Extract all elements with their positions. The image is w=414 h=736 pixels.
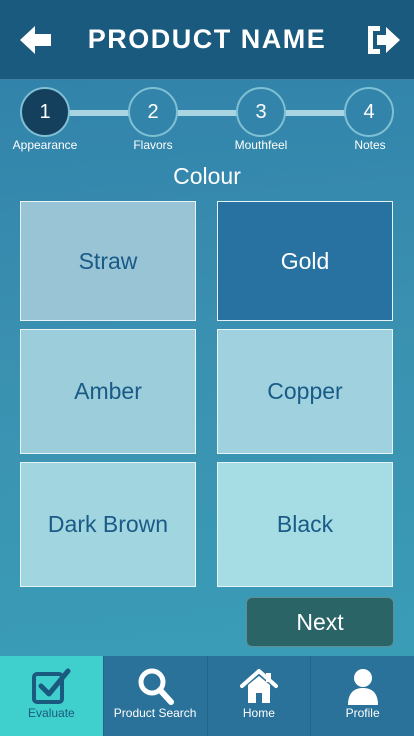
step-number: 2 bbox=[147, 100, 159, 123]
step-indicator: 1 2 3 4 Appearance Flavors Mouthfeel Not… bbox=[0, 80, 414, 156]
tab-label: Profile bbox=[345, 706, 380, 720]
step-label: Notes bbox=[354, 138, 386, 152]
colour-option-amber[interactable]: Amber bbox=[20, 329, 196, 454]
logout-button[interactable] bbox=[364, 22, 402, 58]
colour-option-black[interactable]: Black bbox=[217, 462, 393, 587]
step-2-flavors[interactable]: 2 bbox=[128, 87, 178, 137]
search-icon bbox=[138, 668, 175, 705]
tab-home[interactable]: Home bbox=[208, 656, 312, 736]
step-label: Appearance bbox=[12, 138, 78, 152]
step-number: 3 bbox=[255, 100, 267, 123]
page-title: PRODUCT NAME bbox=[87, 24, 327, 54]
colour-option-label: Black bbox=[276, 511, 334, 537]
colour-option-label: Copper bbox=[267, 378, 343, 404]
section-title: Colour bbox=[173, 163, 241, 189]
logout-icon bbox=[368, 26, 400, 54]
tab-label: Product Search bbox=[113, 706, 197, 720]
colour-option-dark-brown[interactable]: Dark Brown bbox=[20, 462, 196, 587]
colour-option-copper[interactable]: Copper bbox=[217, 329, 393, 454]
tab-evaluate[interactable]: Evaluate bbox=[0, 656, 104, 736]
colour-option-label: Straw bbox=[78, 247, 138, 274]
colour-option-straw[interactable]: Straw bbox=[20, 201, 196, 321]
tab-label: Home bbox=[242, 706, 275, 720]
tab-product-search[interactable]: Product Search bbox=[104, 656, 208, 736]
step-3-mouthfeel[interactable]: 3 bbox=[236, 87, 286, 137]
step-number: 1 bbox=[39, 100, 51, 123]
tab-label: Evaluate bbox=[28, 706, 75, 720]
step-number: 4 bbox=[363, 100, 375, 123]
tab-profile[interactable]: Profile bbox=[311, 656, 414, 736]
step-progress-line bbox=[45, 110, 369, 116]
step-4-notes[interactable]: 4 bbox=[344, 87, 394, 137]
person-icon bbox=[347, 669, 378, 705]
next-button[interactable]: Next bbox=[246, 597, 394, 647]
colour-option-label: Gold bbox=[280, 247, 330, 274]
step-label: Mouthfeel bbox=[234, 138, 288, 152]
colour-option-label: Dark Brown bbox=[47, 511, 169, 537]
bottom-tab-bar: Evaluate Product Search Home Profile bbox=[0, 656, 414, 736]
colour-option-label: Amber bbox=[74, 378, 142, 404]
checkbox-icon bbox=[32, 668, 71, 704]
app-header: PRODUCT NAME bbox=[0, 0, 414, 80]
colour-option-gold[interactable]: Gold bbox=[217, 201, 393, 321]
step-label: Flavors bbox=[133, 138, 173, 152]
home-icon bbox=[239, 669, 278, 703]
step-1-appearance[interactable]: 1 bbox=[20, 87, 70, 137]
